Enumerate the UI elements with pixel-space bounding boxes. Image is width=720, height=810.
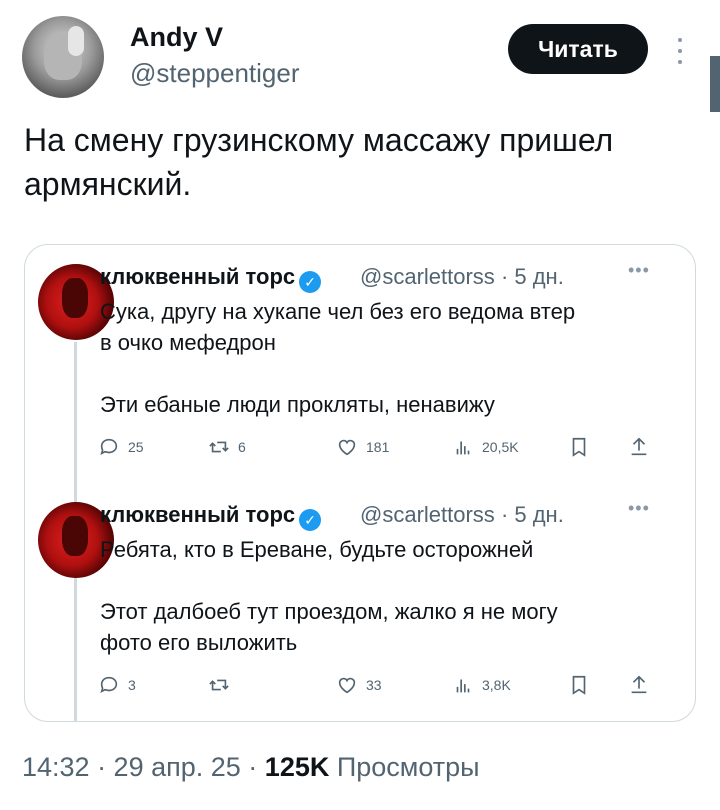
scrollbar-thumb[interactable] — [710, 56, 720, 112]
views-icon — [456, 679, 470, 693]
like-button[interactable]: 33 — [336, 674, 382, 696]
repost-icon — [209, 441, 229, 453]
avatar-hand — [68, 26, 84, 56]
quoted-meta: @scarlettorss · 5 дн. — [360, 502, 564, 527]
tweet-author-header: Andy V @steppentiger Читать — [22, 16, 720, 98]
action-bar: 25 6 181 20,5K — [98, 436, 658, 466]
bookmark-button[interactable] — [568, 674, 590, 696]
reply-icon — [100, 438, 118, 456]
action-bar: 3 33 3,8K — [98, 674, 658, 704]
like-button[interactable]: 181 — [336, 436, 389, 458]
like-icon — [338, 439, 356, 456]
reply-icon — [100, 676, 118, 694]
author-display-name[interactable]: Andy V — [130, 22, 223, 53]
views-button[interactable]: 20,5K — [452, 436, 519, 458]
views-button[interactable]: 3,8K — [452, 674, 511, 696]
more-icon[interactable]: ••• — [628, 260, 650, 281]
views-icon — [456, 441, 470, 455]
more-options-icon[interactable] — [668, 36, 692, 66]
quoted-author-name[interactable]: клюквенный торс ✓ — [100, 502, 322, 531]
more-icon[interactable]: ••• — [628, 498, 650, 519]
bookmark-icon — [572, 675, 586, 695]
share-icon — [631, 437, 647, 456]
share-button[interactable] — [628, 436, 650, 458]
bookmark-icon — [572, 437, 586, 457]
reply-button[interactable]: 3 — [98, 674, 136, 696]
quoted-meta: @scarlettorss · 5 дн. — [360, 264, 564, 289]
tweet-timestamp[interactable]: 14:32 · 29 апр. 25 · — [22, 752, 257, 782]
repost-button[interactable]: 6 — [208, 436, 246, 458]
bookmark-button[interactable] — [568, 436, 590, 458]
verified-icon: ✓ — [299, 509, 322, 531]
tweet-text: На смену грузинскому массажу пришел армя… — [24, 122, 614, 202]
author-handle[interactable]: @steppentiger — [130, 58, 300, 89]
tweet-footer: 14:32 · 29 апр. 25 · 125K Просмотры — [22, 752, 480, 783]
follow-button[interactable]: Читать — [508, 24, 648, 74]
share-icon — [631, 675, 647, 694]
quoted-tweet-text: Сука, другу на хукапе чел без его ведома… — [100, 299, 576, 417]
views-label: Просмотры — [336, 752, 480, 782]
like-icon — [338, 677, 356, 694]
reply-button[interactable]: 25 — [98, 436, 144, 458]
author-avatar[interactable] — [22, 16, 104, 98]
verified-icon: ✓ — [299, 271, 322, 293]
share-button[interactable] — [628, 674, 650, 696]
quoted-author-name[interactable]: клюквенный торс ✓ — [100, 264, 322, 293]
views-count: 125K — [264, 752, 330, 782]
repost-icon — [209, 679, 229, 691]
repost-button[interactable] — [208, 674, 238, 696]
quoted-tweet-text: Ребята, кто в Ереване, будьте осторожней… — [100, 537, 558, 655]
